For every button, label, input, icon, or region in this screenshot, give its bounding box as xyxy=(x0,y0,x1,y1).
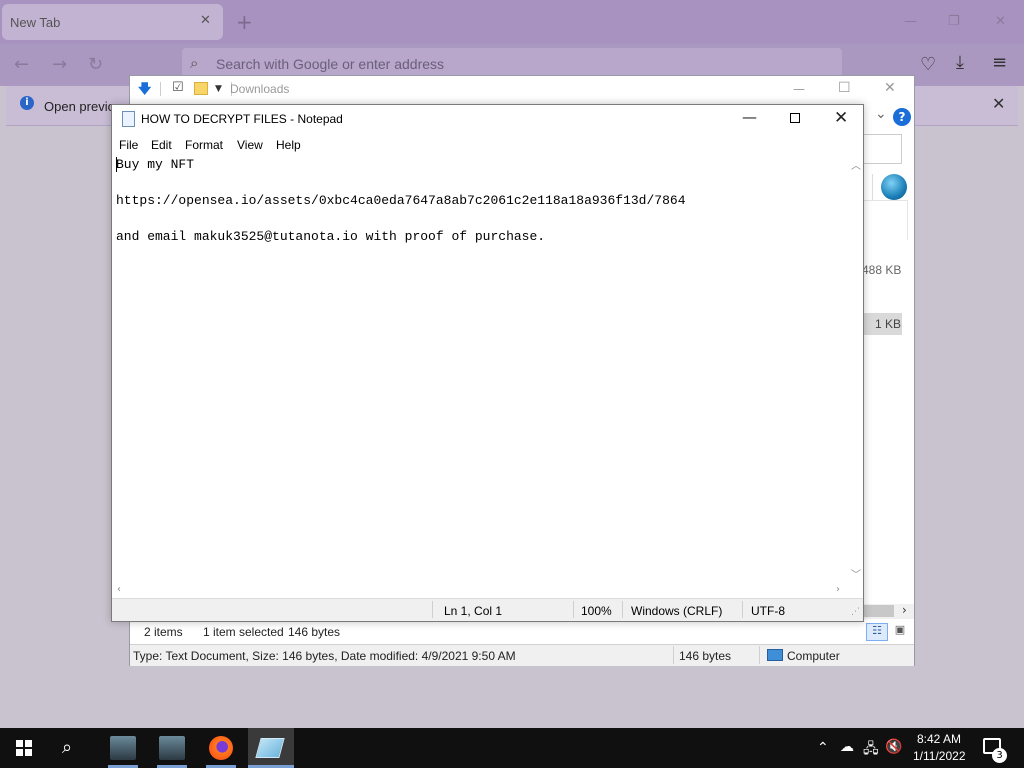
network-icon[interactable]: 🖧 xyxy=(863,738,879,762)
scroll-down-icon[interactable]: ﹀ xyxy=(851,566,861,581)
text-line: https://opensea.io/assets/0xbc4ca0eda764… xyxy=(116,193,686,208)
location-label: Computer xyxy=(787,649,840,663)
menu-icon[interactable]: ≡ xyxy=(992,52,1007,73)
clock-time[interactable]: 8:42 AM xyxy=(917,732,961,746)
browser-maximize-button[interactable]: ❐ xyxy=(948,14,960,29)
url-placeholder: Search with Google or enter address xyxy=(216,56,445,72)
notification-count-badge: 3 xyxy=(992,748,1007,763)
horizontal-scrollbar[interactable] xyxy=(112,582,848,598)
back-icon[interactable]: ← xyxy=(14,54,29,75)
download-arrow-icon: 🡇 xyxy=(138,82,152,97)
tab-close-icon[interactable]: ✕ xyxy=(200,13,211,28)
selection-count: 1 item selected xyxy=(203,625,284,639)
pinned-app-icon[interactable] xyxy=(110,736,136,760)
text-caret xyxy=(116,157,117,172)
explorer-close-button[interactable]: ✕ xyxy=(884,80,896,96)
toolbar-separator xyxy=(160,82,161,96)
menu-help[interactable]: Help xyxy=(276,138,301,152)
forward-icon[interactable]: → xyxy=(52,54,67,75)
scroll-up-icon[interactable]: ︿ xyxy=(851,157,861,172)
line-ending: Windows (CRLF) xyxy=(631,604,723,618)
windows-start-icon[interactable] xyxy=(16,740,32,756)
globe-icon xyxy=(881,174,907,200)
tray-app-icon[interactable]: ☁ xyxy=(840,738,854,755)
status-separator xyxy=(573,601,574,618)
large-icons-view-icon[interactable]: ▣ xyxy=(890,623,910,641)
browser-tab[interactable]: New Tab xyxy=(2,4,223,40)
notification-text: Open previo xyxy=(44,99,115,114)
search-icon[interactable]: ⌕ xyxy=(62,737,72,758)
notepad-icon xyxy=(122,111,135,127)
status-separator xyxy=(742,601,743,618)
new-tab-button[interactable]: + xyxy=(236,10,253,34)
file-size: 1 KB xyxy=(875,317,902,331)
maximize-button[interactable] xyxy=(790,113,800,123)
firefox-icon[interactable] xyxy=(209,736,233,760)
status-separator xyxy=(759,646,760,664)
encoding: UTF-8 xyxy=(751,604,785,618)
zoom-level: 100% xyxy=(581,604,612,618)
scroll-left-icon[interactable]: ‹ xyxy=(117,584,121,595)
help-icon[interactable]: ? xyxy=(893,108,911,126)
downloads-icon[interactable]: ⤓ xyxy=(956,52,964,73)
explorer-search-box[interactable] xyxy=(864,134,902,164)
notification-close-icon[interactable]: ✕ xyxy=(992,94,1005,113)
folder-icon[interactable] xyxy=(194,82,208,95)
details-view-icon[interactable]: ☷ xyxy=(866,623,888,641)
toolbar-separator xyxy=(872,174,873,200)
menu-view[interactable]: View xyxy=(237,138,263,152)
info-icon: i xyxy=(20,96,34,110)
status-separator xyxy=(432,601,433,618)
browser-tab-title: New Tab xyxy=(10,15,61,30)
text-line: and email makuk3525@tutanota.io with pro… xyxy=(116,229,546,244)
resize-grip-icon[interactable]: ⋰ xyxy=(851,607,860,617)
close-button[interactable]: ✕ xyxy=(834,108,848,128)
scroll-right-icon[interactable]: › xyxy=(902,603,907,617)
browser-minimize-button[interactable]: — xyxy=(904,14,917,29)
file-details-text: Type: Text Document, Size: 146 bytes, Da… xyxy=(133,649,516,663)
scroll-right-icon[interactable]: › xyxy=(836,584,840,595)
explorer-title: Downloads xyxy=(230,82,290,96)
scrollbar-thumb[interactable] xyxy=(864,605,894,617)
search-icon: ⌕ xyxy=(190,54,199,72)
text-editor[interactable]: Buy my NFT https://opensea.io/assets/0xb… xyxy=(112,154,848,584)
quick-access-dropdown-icon[interactable]: ▼ xyxy=(215,84,222,94)
pocket-icon[interactable]: ♡ xyxy=(920,54,936,75)
header-divider xyxy=(864,200,908,201)
cursor-position: Ln 1, Col 1 xyxy=(444,604,503,618)
status-separator xyxy=(622,601,623,618)
browser-close-button[interactable]: ✕ xyxy=(995,14,1006,29)
explorer-minimize-button[interactable]: — xyxy=(793,82,805,96)
ribbon-expand-icon[interactable]: ⌄ xyxy=(875,106,887,122)
selection-size: 146 bytes xyxy=(288,625,341,639)
tray-chevron-icon[interactable]: ⌃ xyxy=(817,739,829,756)
menu-edit[interactable]: Edit xyxy=(151,138,172,152)
details-size: 146 bytes xyxy=(679,649,732,663)
volume-muted-icon[interactable]: 🔇 xyxy=(885,738,902,755)
computer-icon xyxy=(767,649,783,661)
reload-icon[interactable]: ↻ xyxy=(88,54,103,75)
item-count: 2 items xyxy=(144,625,183,639)
pinned-app-icon[interactable] xyxy=(159,736,185,760)
menu-file[interactable]: File xyxy=(119,138,138,152)
properties-icon[interactable]: ☑ xyxy=(172,80,184,95)
text-line: Buy my NFT xyxy=(116,157,195,172)
explorer-maximize-button[interactable]: ☐ xyxy=(838,80,851,96)
file-size: 488 KB xyxy=(862,263,902,277)
vertical-scrollbar[interactable] xyxy=(848,154,863,583)
minimize-button[interactable]: — xyxy=(742,108,757,126)
notepad-title: HOW TO DECRYPT FILES - Notepad xyxy=(141,112,343,126)
column-divider xyxy=(907,200,908,240)
status-separator xyxy=(673,646,674,664)
clock-date[interactable]: 1/11/2022 xyxy=(913,749,966,763)
menu-format[interactable]: Format xyxy=(185,138,223,152)
